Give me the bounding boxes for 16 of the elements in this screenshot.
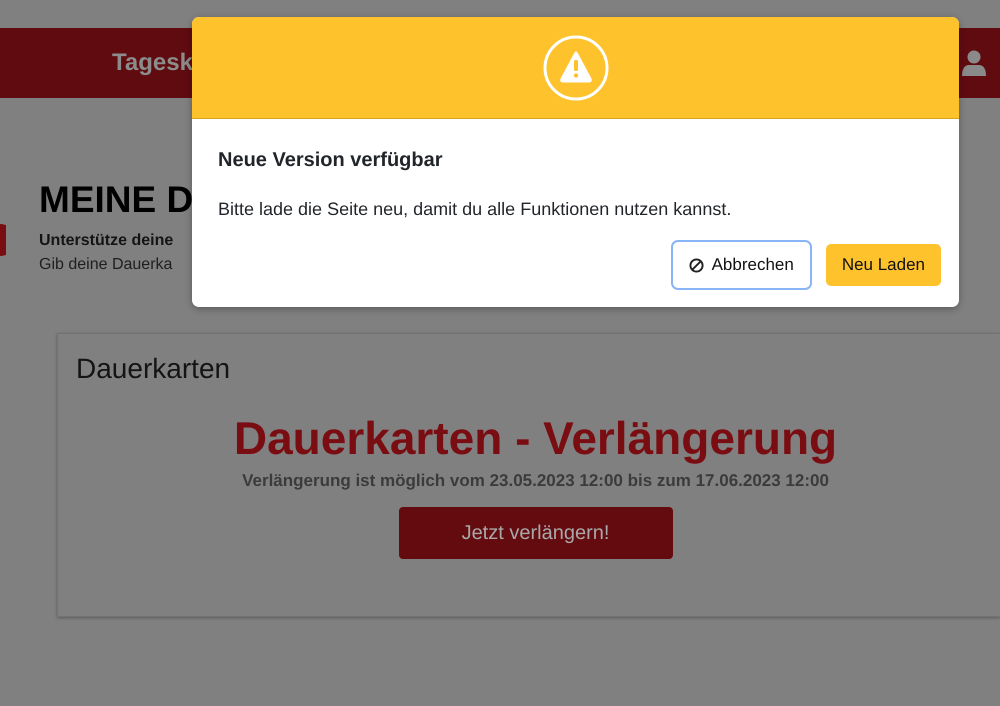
nav-link[interactable]: Tagesk (112, 49, 193, 77)
renew-button[interactable]: Jetzt verlängern! (398, 507, 672, 559)
cancel-icon (688, 258, 704, 272)
period-text: Verlängerung ist möglich vom 23.05.2023 12:00 bis zum 17.06.2023 12:00 (242, 471, 829, 491)
warning-icon (542, 34, 608, 100)
user-icon[interactable] (962, 50, 986, 76)
page-title: MEINE D (39, 178, 194, 222)
page-subtitle: Unterstütze deine (39, 232, 174, 250)
card-title: Dauerkarten (75, 352, 232, 385)
card-heading: Dauerkarten - Verlängerung (234, 411, 838, 465)
reload-button[interactable]: Neu Laden (826, 244, 941, 286)
badge-shape (0, 224, 6, 256)
page-text: Gib deine Dauerka (39, 256, 172, 274)
cancel-button[interactable]: Abbrechen (670, 240, 812, 290)
dialog-message: Bitte lade die Seite neu, damit du alle Funktionen nutzen kannst. (218, 199, 732, 220)
dialog-title: Neue Version verfügbar (218, 149, 444, 172)
